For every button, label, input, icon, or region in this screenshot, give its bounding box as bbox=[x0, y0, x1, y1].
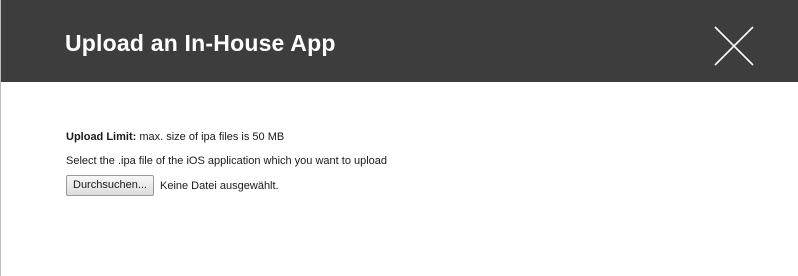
file-picker: Durchsuchen... Keine Datei ausgewählt. bbox=[66, 175, 279, 196]
upload-instruction: Select the .ipa file of the iOS applicat… bbox=[66, 155, 388, 167]
file-status-text: Keine Datei ausgewählt. bbox=[159, 179, 279, 192]
upload-limit-label: Upload Limit: bbox=[66, 131, 137, 143]
upload-limit-text: Upload Limit: max. size of ipa files is … bbox=[66, 130, 284, 144]
dialog-header: Upload an In-House App bbox=[1, 0, 798, 82]
upload-dialog: Upload an In-House App Upload Limit: max… bbox=[0, 0, 798, 276]
close-button[interactable] bbox=[711, 26, 757, 66]
dialog-title: Upload an In-House App bbox=[65, 30, 336, 56]
upload-limit-value: max. size of ipa files is 50 MB bbox=[136, 131, 285, 143]
browse-button[interactable]: Durchsuchen... bbox=[66, 175, 154, 196]
close-icon bbox=[714, 26, 754, 66]
